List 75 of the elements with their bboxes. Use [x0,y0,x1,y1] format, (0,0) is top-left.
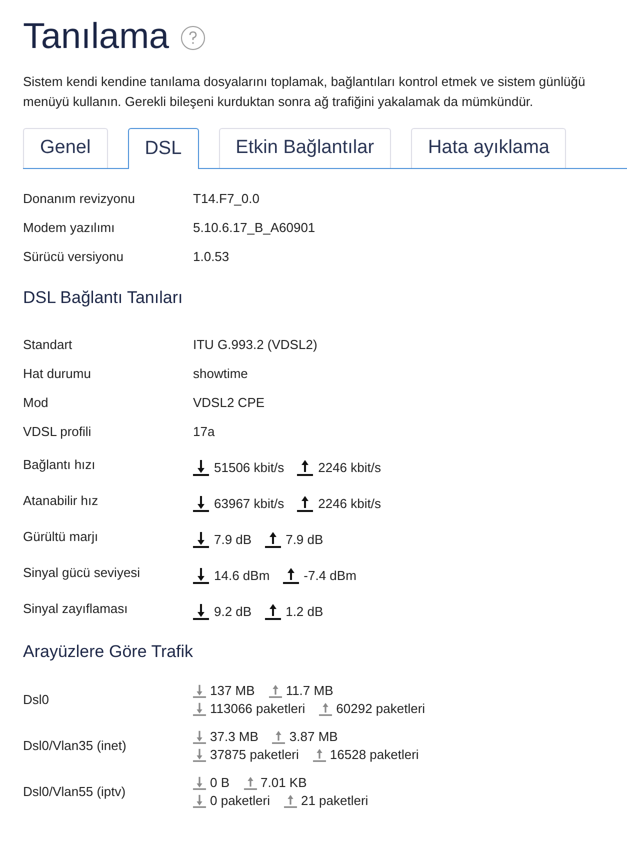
field-label: Sinyal zayıflaması [23,600,129,618]
value-text: 17a [193,423,215,442]
value-text: T14.F7_0.0 [193,190,260,208]
download-arrow-icon [193,794,206,808]
value-text: 16528 paketleri [330,746,419,764]
value-text: 7.9 dB [214,530,252,549]
upload-arrow-icon [264,603,281,620]
value-text: 137 MB [210,682,255,700]
download-arrow-icon [193,459,209,476]
value-text: 1.0.53 [193,248,230,266]
upload-arrow-icon [312,748,326,762]
page-title: Tanılama [23,14,170,58]
value-text: VDSL2 CPE [193,394,265,412]
download-arrow-icon [193,684,206,698]
field-label: VDSL profili [23,423,92,442]
upload-arrow-icon [284,794,297,808]
value-text: 5.10.6.17_B_A60901 [193,218,316,237]
value-text: 113066 paketleri [210,700,306,718]
upload-arrow-icon [297,495,314,512]
download-arrow-icon [193,567,209,584]
value-text: 21 paketleri [300,792,368,810]
field-label: Hat durumu [23,365,92,384]
value-text: 11.7 MB [286,682,334,700]
value-text: showtime [193,365,248,384]
download-arrow-icon [193,730,206,744]
tab[interactable]: Etkin Bağlantılar [218,128,392,168]
field-label: Standart [23,336,74,354]
download-arrow-icon [193,531,209,548]
upload-arrow-icon [272,730,286,744]
value-text: 37.3 MB [210,728,258,746]
value-text: 51506 kbit/s [214,458,284,477]
value-text: 2246 kbit/s [318,458,381,477]
value-text: 1.2 dB [286,602,324,621]
interface-label: Dsl0 [23,691,50,710]
value-text: 0 B [210,774,230,792]
upload-arrow-icon [319,702,332,716]
tab[interactable]: Hata ayıklama [411,128,566,168]
section-heading: DSL Bağlantı Tanıları [23,287,184,309]
download-arrow-icon [193,748,206,762]
upload-arrow-icon [264,531,281,548]
upload-arrow-icon [297,459,314,476]
field-label: Gürültü marjı [23,528,100,546]
value-text: -7.4 dBm [304,566,356,585]
download-arrow-icon [193,603,209,620]
field-label: Atanabilir hız [23,492,100,510]
field-label: Sinyal gücü seviyesi [23,564,142,582]
download-arrow-icon [193,776,206,790]
value-text: 2246 kbit/s [318,494,381,513]
value-text: 0 paketleri [210,792,270,810]
download-arrow-icon [193,702,206,716]
upload-arrow-icon [244,776,257,790]
description-text: Sistem kendi kendine tanılama dosyalarını toplamak, bağlantıları kontrol etmek ve sistem günlüğü menüyü kullanın. Gerekli bileşeni kurduktan sonra ağ trafiğini yakalamak da mümkündür. [23,73,586,111]
value-text: 63967 kbit/s [214,494,284,513]
interface-label: Dsl0/Vlan35 (inet) [23,737,128,756]
field-label: Sürücü versiyonu [23,248,124,266]
tab[interactable]: DSL [128,128,199,169]
field-label: Mod [23,394,50,412]
interface-label: Dsl0/Vlan55 (iptv) [23,783,127,802]
field-label: Modem yazılımı [23,218,116,237]
field-label: Donanım revizyonu [23,190,136,208]
download-arrow-icon [193,495,209,512]
tab[interactable]: Genel [23,128,108,168]
section-heading: Arayüzlere Göre Trafik [23,640,194,662]
field-label: Bağlantı hızı [23,456,96,474]
value-text: 7.9 dB [286,530,324,549]
value-text: 37875 paketleri [210,746,299,764]
value-text: 60292 paketleri [336,700,426,718]
help-icon[interactable] [181,26,206,50]
value-text: 9.2 dB [214,602,252,621]
upload-arrow-icon [282,567,299,584]
value-text: ITU G.993.2 (VDSL2) [193,336,318,354]
value-text: 3.87 MB [289,728,338,746]
upload-arrow-icon [268,684,282,698]
value-text: 14.6 dBm [214,566,270,585]
value-text: 7.01 KB [260,774,307,792]
